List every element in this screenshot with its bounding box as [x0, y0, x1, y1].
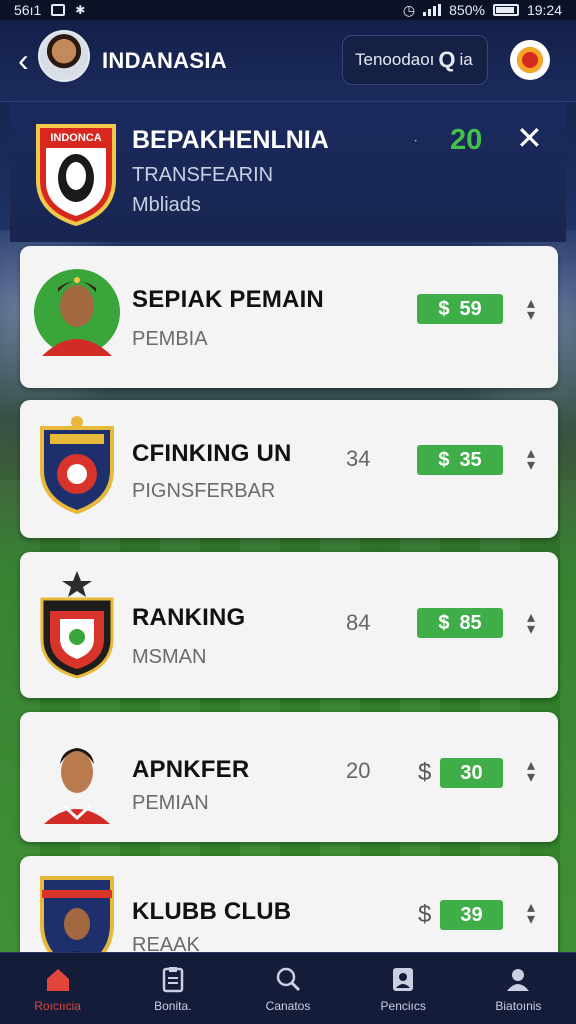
nav-item-players[interactable]: Penciıcs — [346, 953, 461, 1024]
item-subtitle: PEMBIA — [132, 328, 208, 350]
header-subtitle-2: Mbliads — [132, 194, 201, 216]
status-carrier: 56ı1 — [14, 2, 42, 18]
battery-icon — [492, 4, 519, 16]
list-item[interactable]: CFINKING UN PIGNSFERBAR 34 $ 35 ▴ ▾ — [20, 400, 558, 538]
nav-label: Biatoınis — [495, 998, 542, 1013]
nav-label: Penciıcs — [380, 998, 426, 1013]
price-badge[interactable]: 30 — [440, 758, 503, 788]
item-title: SEPIAK PEMAIN — [132, 286, 324, 313]
search-q: Q — [438, 47, 456, 72]
search-text: Tenoodaoı — [355, 50, 435, 69]
search-box[interactable]: Tenoodaoı Q ia — [342, 35, 488, 85]
nav-label: Bonita. — [154, 998, 192, 1013]
item-title: APNKFER — [132, 756, 250, 783]
player-photo — [34, 269, 120, 356]
price-value: 59 — [459, 297, 482, 320]
header-subtitle: TRANSFEARIN — [132, 164, 274, 186]
notification-icon: ✱ — [75, 3, 86, 17]
profile-icon — [507, 968, 530, 991]
back-chevron-icon[interactable]: ‹ — [18, 44, 29, 76]
price-value: 39 — [460, 903, 483, 926]
alarm-icon: ◷ — [402, 1, 416, 18]
nav-label: Canatos — [265, 998, 311, 1013]
price-currency: $ — [438, 448, 450, 471]
price-badge[interactable]: $ 59 — [417, 294, 503, 324]
home-icon — [46, 968, 69, 991]
sort-arrows-icon[interactable]: ▴ ▾ — [520, 296, 542, 324]
status-bar: 56ı1 ✱ ◷ 850% 19:24 — [0, 0, 576, 20]
app-bar: ‹ INDANASIA Tenoodaoı Q ia — [0, 20, 576, 102]
price-value: 35 — [459, 448, 482, 471]
price-badge[interactable]: $ 35 — [417, 445, 503, 475]
item-subtitle: PIGNSFERBAR — [132, 480, 276, 502]
crest-text: INDONCA — [50, 132, 101, 144]
nav-item-home[interactable]: Roıcııcia — [0, 953, 115, 1024]
price-badge[interactable]: 39 — [440, 900, 503, 930]
list-item[interactable]: APNKFER PEMIAN 20 $ 30 ▴ ▾ — [20, 712, 558, 842]
nav-label: Roıcııcia — [34, 998, 81, 1013]
dot-separator: · — [413, 132, 419, 149]
close-icon[interactable]: ✕ — [516, 122, 543, 154]
list-item[interactable]: SEPIAK PEMAIN PEMBIA $ 59 ▴ ▾ — [20, 246, 558, 388]
search-icon — [276, 967, 301, 991]
player-photo — [44, 748, 110, 824]
sort-arrows-icon[interactable]: ▴ ▾ — [520, 758, 542, 786]
item-title: CFINKING UN — [132, 440, 292, 467]
sort-arrows-icon[interactable]: ▴ ▾ — [520, 610, 542, 638]
item-subtitle: PEMIAN — [132, 792, 209, 814]
club-crest-icon: INDONCA — [36, 124, 116, 226]
clipboard-icon — [162, 966, 184, 992]
bottom-navigation: Roıcııcia Bonita. Canatos Penciıcs Biato… — [0, 952, 576, 1024]
price-badge[interactable]: $ 85 — [417, 608, 503, 638]
currency-symbol: $ — [418, 901, 432, 928]
mail-icon — [51, 4, 66, 16]
club-crest-star-icon — [40, 571, 114, 679]
currency-symbol: $ — [418, 759, 432, 786]
sort-arrows-icon[interactable]: ▴ ▾ — [520, 900, 542, 928]
list-item[interactable]: KLUBB CLUB REAAK $ 39 ▴ ▾ — [20, 856, 558, 973]
header-title: BEPAKHENLNIA — [132, 126, 329, 154]
nav-item-bonita[interactable]: Bonita. — [115, 953, 230, 1024]
search-suffix: ia — [459, 50, 473, 69]
item-number: 84 — [346, 610, 371, 635]
sort-arrows-icon[interactable]: ▴ ▾ — [520, 446, 542, 474]
club-logo-button[interactable] — [510, 40, 550, 80]
club-header: INDONCA BEPAKHENLNIA TRANSFEARIN Mbliads… — [10, 102, 566, 242]
list-item[interactable]: RANKING MSMAN 84 $ 85 ▴ ▾ — [20, 552, 558, 698]
battery-text: 850% — [449, 2, 485, 18]
club-crest-icon — [40, 416, 114, 514]
price-value: 85 — [459, 611, 482, 634]
signal-icon — [423, 4, 442, 16]
item-number: 20 — [346, 758, 371, 783]
status-time: 19:24 — [526, 2, 562, 18]
app-title: INDANASIA — [102, 48, 227, 73]
item-subtitle: MSMAN — [132, 646, 207, 668]
item-title: RANKING — [132, 604, 246, 631]
nav-item-profile[interactable]: Biatoınis — [461, 953, 576, 1024]
item-title: KLUBB CLUB — [132, 898, 292, 925]
price-currency: $ — [438, 297, 450, 320]
user-avatar[interactable] — [38, 30, 90, 82]
item-number: 34 — [346, 446, 371, 471]
price-currency: $ — [438, 611, 450, 634]
id-card-icon — [393, 967, 414, 991]
nav-item-search[interactable]: Canatos — [230, 953, 345, 1024]
price-value: 30 — [460, 761, 483, 784]
header-count: 20 — [450, 124, 483, 156]
